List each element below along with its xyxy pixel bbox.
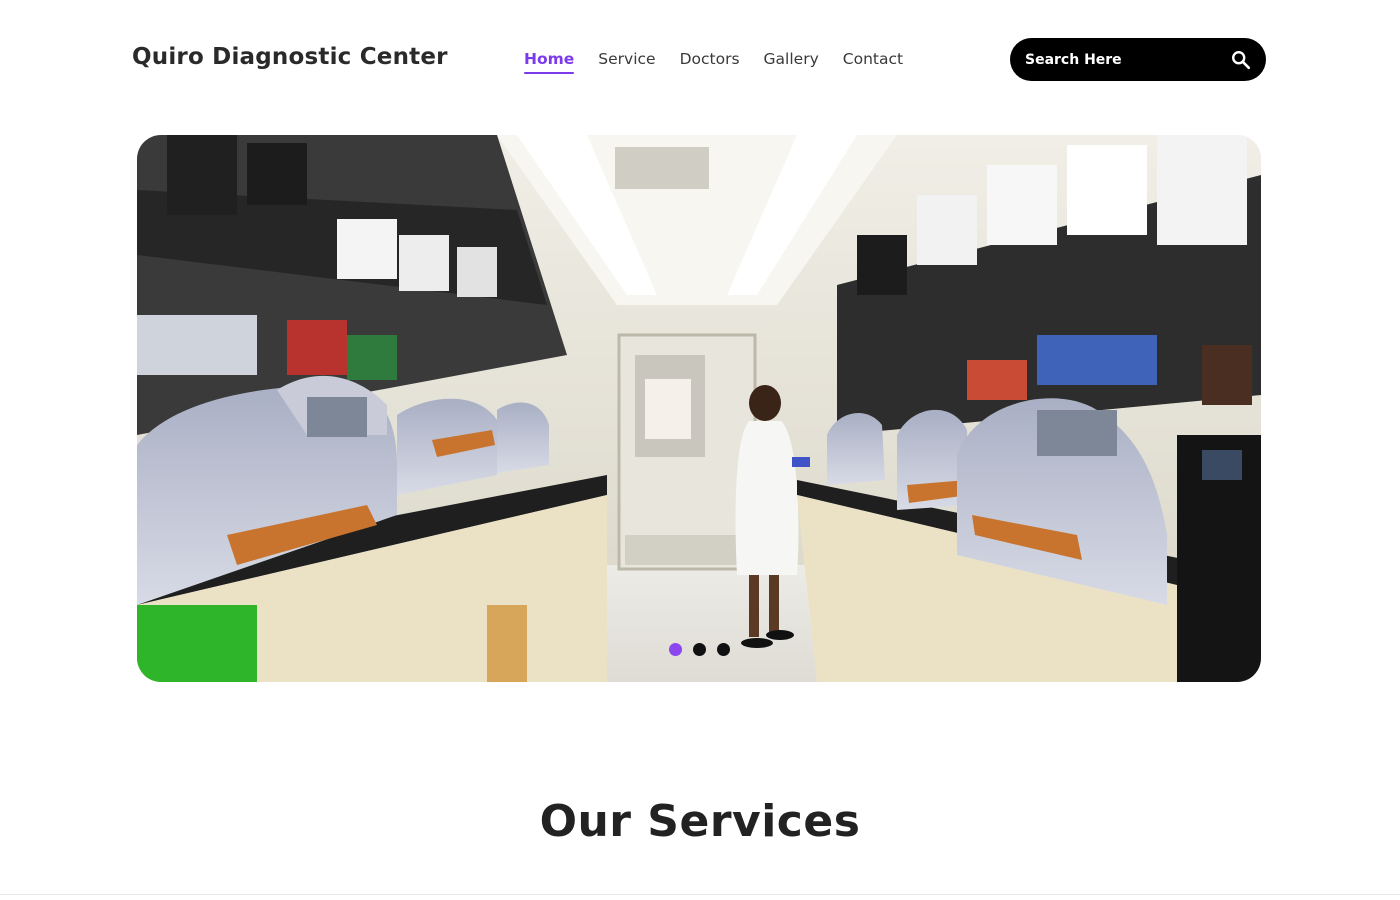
services-heading: Our Services	[539, 796, 861, 847]
search-bar	[1010, 38, 1266, 81]
section-divider	[0, 894, 1400, 895]
carousel-dots	[137, 643, 1261, 656]
carousel-dot-1[interactable]	[668, 643, 682, 656]
nav-service[interactable]: Service	[598, 50, 655, 74]
nav-home[interactable]: Home	[524, 50, 575, 74]
carousel-dot-2[interactable]	[692, 643, 706, 656]
nav-gallery[interactable]: Gallery	[764, 50, 819, 74]
search-icon[interactable]	[1230, 49, 1252, 71]
nav-doctors[interactable]: Doctors	[680, 50, 740, 74]
site-header: Quiro Diagnostic Center Home Service Doc…	[0, 0, 1400, 120]
brand-logo-text[interactable]: Quiro Diagnostic Center	[132, 44, 448, 70]
hero-image	[137, 135, 1261, 682]
hero-carousel	[137, 135, 1261, 682]
nav-contact[interactable]: Contact	[843, 50, 903, 74]
carousel-dot-3[interactable]	[716, 643, 730, 656]
main-nav: Home Service Doctors Gallery Contact	[524, 50, 903, 74]
search-input[interactable]	[1025, 51, 1230, 68]
